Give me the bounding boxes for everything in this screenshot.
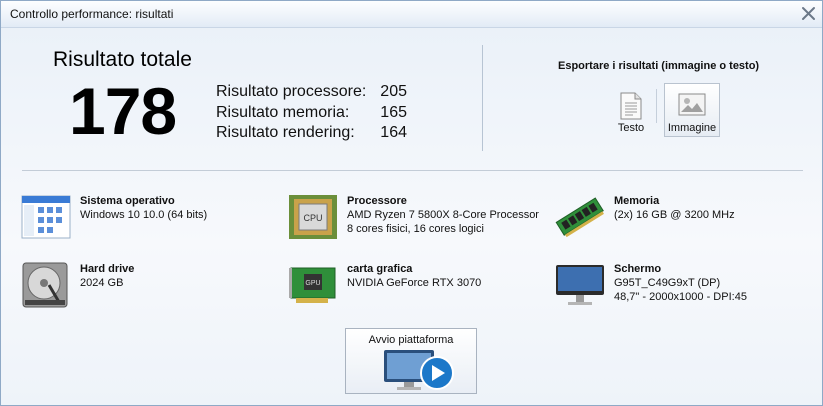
export-text-label: Testo — [617, 122, 645, 134]
cpu-chip-icon: CPU — [289, 195, 337, 239]
cpu-model: AMD Ryzen 7 5800X 8-Core Processor — [347, 209, 539, 221]
os-label: Sistema operativo — [80, 195, 175, 207]
gpu-label: carta grafica — [347, 263, 413, 275]
export-image-button[interactable]: Immagine — [664, 83, 720, 137]
title-bar: Controllo performance: risultati — [1, 1, 822, 28]
cpu-info: CPU Processore AMD Ryzen 7 5800X 8-Core … — [288, 194, 558, 240]
text-document-icon — [620, 92, 642, 120]
close-button[interactable] — [799, 4, 818, 23]
memory-score-value: 165 — [380, 103, 407, 121]
disk-label: Hard drive — [80, 263, 135, 275]
disk-value: 2024 GB — [80, 277, 124, 289]
screen-model: G95T_C49G9xT (DP) — [614, 277, 721, 289]
monitor-icon — [556, 265, 604, 305]
screen-info: Schermo G95T_C49G9xT (DP) 48,7" - 2000x1… — [555, 262, 805, 308]
os-info: Sistema operativo Windows 10 10.0 (64 bi… — [21, 194, 281, 240]
results-window: Controllo performance: risultati Risulta… — [0, 0, 823, 406]
total-score-title: Risultato totale — [53, 48, 192, 71]
rendering-score-value: 164 — [380, 124, 407, 141]
memory-info: Memoria (2x) 16 GB @ 3200 MHz — [555, 194, 795, 240]
vertical-divider — [482, 45, 483, 151]
rendering-score-label: Risultato rendering: — [216, 124, 355, 141]
launch-platform-label: Avvio piattaforma — [368, 334, 454, 346]
export-text-button[interactable]: Testo — [611, 88, 651, 136]
export-divider — [656, 89, 657, 123]
gpu-chip-text: GPU — [305, 280, 320, 287]
export-image-label: Immagine — [667, 122, 717, 134]
score-breakdown-values: 205 165 164 — [379, 82, 407, 144]
memory-module-icon — [555, 197, 604, 238]
cpu-cores: 8 cores fisici, 16 cores logici — [347, 223, 484, 235]
memory-score-label: Risultato memoria: — [216, 103, 350, 121]
cpu-score-label: Risultato processore: — [216, 83, 367, 100]
export-title: Esportare i risultati (immagine o testo) — [558, 60, 760, 72]
cpu-label: Processore — [347, 195, 407, 207]
memory-label: Memoria — [614, 195, 660, 207]
gpu-info: GPU carta grafica NVIDIA GeForce RTX 307… — [288, 262, 548, 308]
score-breakdown-labels: Risultato processore: Risultato memoria:… — [216, 82, 366, 144]
operating-system-icon — [21, 195, 71, 239]
gpu-value: NVIDIA GeForce RTX 3070 — [347, 277, 482, 289]
memory-value: (2x) 16 GB @ 3200 MHz — [614, 209, 735, 221]
os-value: Windows 10 10.0 (64 bits) — [80, 209, 208, 221]
play-monitor-icon — [384, 350, 454, 390]
close-icon — [802, 7, 815, 20]
screen-details: 48,7" - 2000x1000 - DPI:45 — [614, 291, 747, 303]
launch-platform-button[interactable]: Avvio piattaforma — [345, 328, 477, 394]
graphics-card-icon: GPU — [289, 267, 336, 303]
cpu-chip-text: CPU — [303, 213, 322, 223]
hard-drive-icon — [22, 262, 68, 308]
disk-info: Hard drive 2024 GB — [21, 262, 261, 308]
total-score-value: 178 — [69, 74, 177, 148]
cpu-score-value: 205 — [380, 83, 407, 100]
horizontal-divider — [22, 170, 803, 171]
image-icon — [678, 93, 706, 116]
window-title: Controllo performance: risultati — [10, 7, 174, 21]
screen-label: Schermo — [614, 263, 662, 275]
